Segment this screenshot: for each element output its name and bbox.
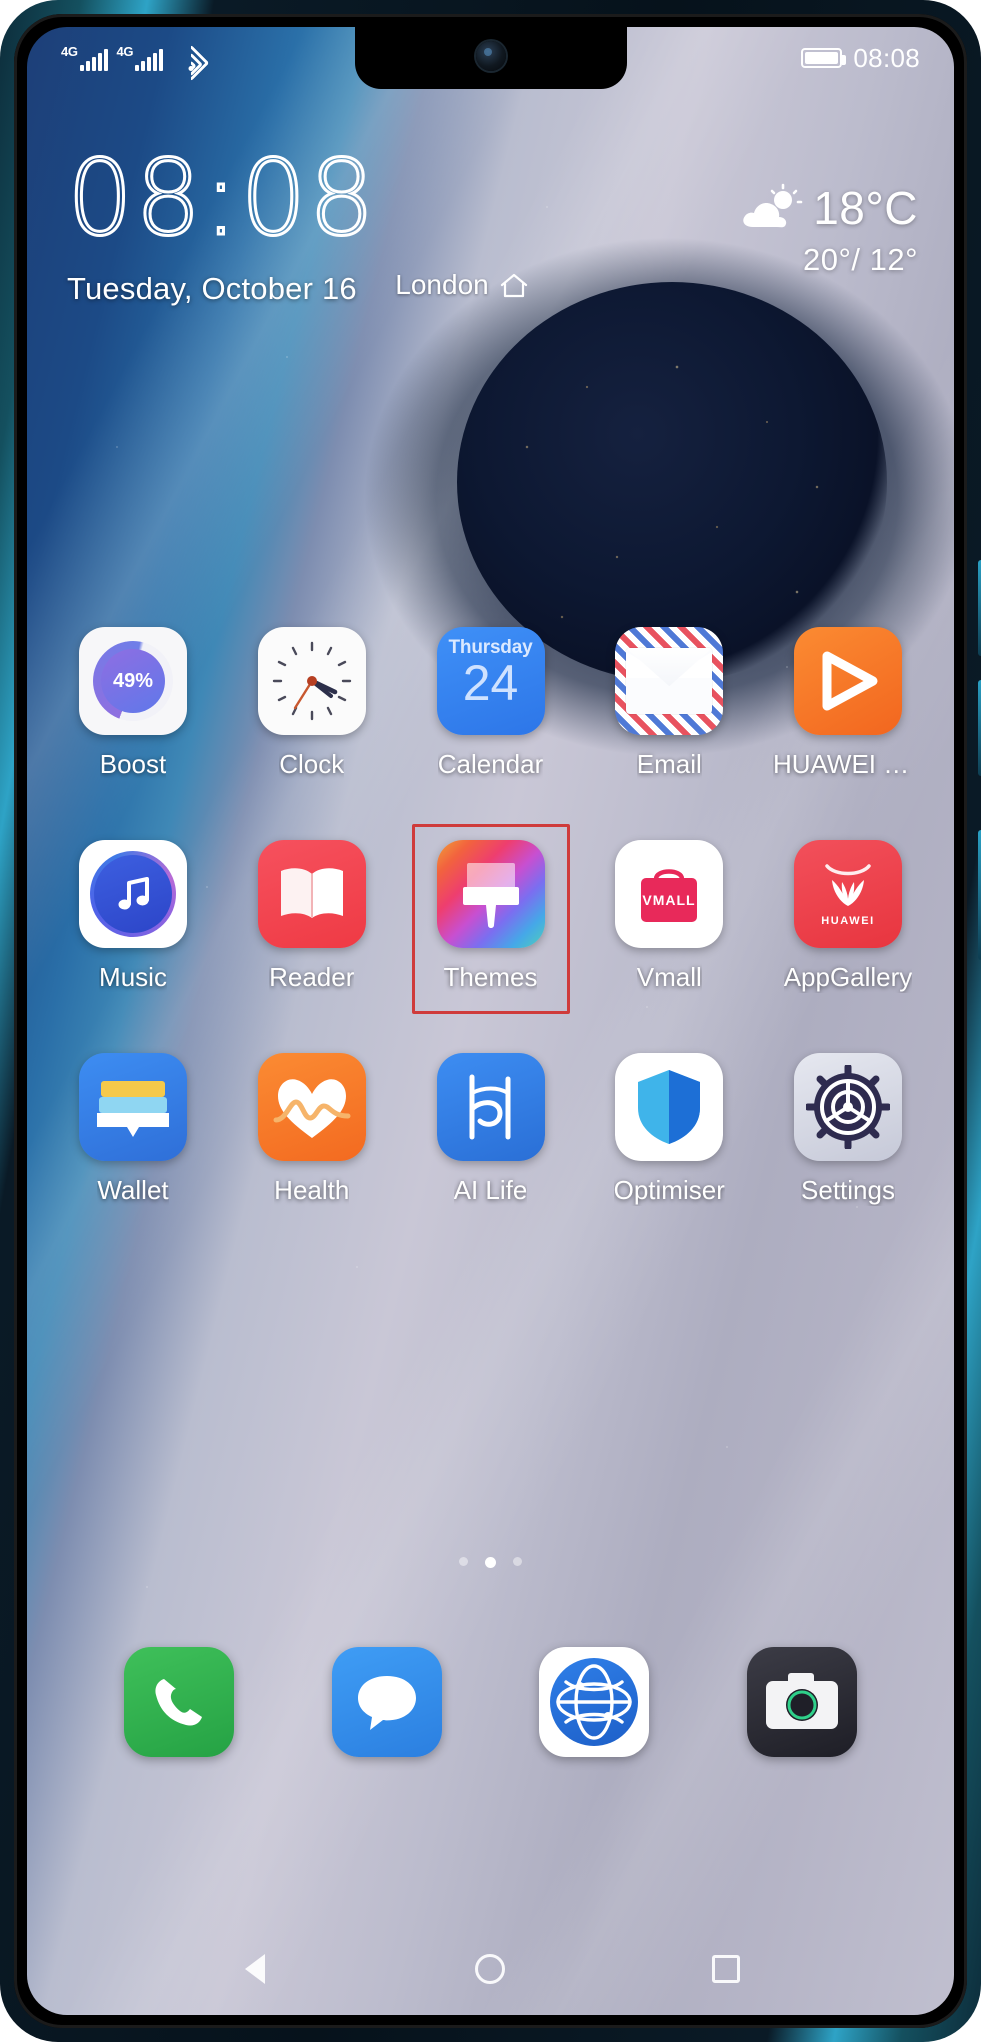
music-icon (79, 840, 187, 948)
city-label: London (395, 268, 489, 300)
sim1-network-label: 4G (61, 44, 78, 59)
home-circle-icon[interactable] (467, 1946, 513, 1992)
clock-widget-location: London (395, 269, 528, 301)
app-themes[interactable]: Themes (411, 824, 570, 1014)
display-notch (354, 27, 627, 89)
huawei-video-icon (794, 627, 902, 735)
app-label: Music (99, 962, 167, 992)
app-grid: 49% Boost Clock Thursday 24 Calendar Ema… (27, 617, 954, 1256)
app-label: Boost (99, 749, 167, 779)
app-label: Calendar (437, 749, 544, 779)
page-dot[interactable] (513, 1557, 522, 1566)
weather-widget-main: 18°C (739, 183, 918, 233)
appgallery-icon: HUAWEI (794, 840, 902, 948)
page-dot-active[interactable] (485, 1557, 496, 1568)
app-boost[interactable]: 49% Boost (57, 617, 209, 784)
partly-cloudy-icon (739, 183, 805, 233)
app-wallet[interactable]: Wallet (57, 1043, 209, 1210)
sim1-signal: 4G (61, 45, 108, 71)
app-vmall[interactable]: VMALL Vmall (593, 830, 745, 997)
boost-percent-label: 49% (101, 649, 165, 713)
app-row-3: Wallet Health AI Life Optimiser Settings (57, 1043, 924, 1210)
home-icon (499, 271, 529, 299)
status-bar-left: 4G 4G (61, 44, 210, 82)
app-label: Themes (443, 962, 538, 992)
status-bar-time: 08:08 (853, 42, 920, 73)
messages-icon[interactable] (331, 1647, 442, 1757)
reader-icon (257, 840, 366, 948)
dock (27, 1647, 954, 1757)
settings-icon (794, 1053, 902, 1161)
email-icon (615, 627, 724, 735)
app-label: Clock (279, 749, 345, 779)
camera-icon[interactable] (747, 1647, 858, 1757)
health-icon (257, 1053, 366, 1161)
app-label: Reader (269, 962, 355, 992)
ai-life-icon (436, 1053, 545, 1161)
app-ai-life[interactable]: AI Life (415, 1043, 567, 1210)
svg-text:VMALL: VMALL (643, 892, 696, 908)
app-label: Settings (801, 1175, 895, 1205)
navigation-bar (27, 1923, 954, 2015)
front-camera-icon (475, 41, 506, 71)
phone-screen: 4G 4G 08:08 08:08 London Tuesday, Octobe… (27, 27, 954, 2015)
app-label: Health (274, 1175, 350, 1205)
optimiser-icon (615, 1053, 724, 1161)
app-label: Email (636, 749, 702, 779)
app-label: Vmall (636, 962, 702, 992)
vmall-icon: VMALL (615, 840, 724, 948)
weather-widget[interactable]: 18°C 20°/ 12° (739, 183, 918, 278)
phone-icon[interactable] (123, 1647, 234, 1757)
clock-widget[interactable]: 08:08 London Tuesday, October 16 (66, 137, 527, 307)
calendar-day-number: 24 (462, 655, 519, 711)
calendar-icon: Thursday 24 (436, 627, 545, 735)
clock-widget-time: 08:08 (66, 137, 377, 259)
app-label: Optimiser (613, 1175, 725, 1205)
status-bar-right: 08:08 (801, 43, 920, 74)
battery-icon (801, 48, 847, 68)
app-label: HUAWEI Vi... (773, 749, 923, 779)
themes-icon (436, 840, 545, 948)
app-row-2: Music Reader Themes VMALL Vmall HUAWEI A… (57, 824, 924, 1014)
app-health[interactable]: Health (236, 1043, 388, 1210)
phone-frame: 4G 4G 08:08 08:08 London Tuesday, Octobe… (0, 0, 981, 2042)
app-huawei-video[interactable]: HUAWEI Vi... (772, 617, 924, 784)
svg-text:HUAWEI: HUAWEI (821, 915, 875, 927)
sim2-signal: 4G (117, 45, 164, 71)
browser-globe-icon[interactable] (539, 1647, 650, 1757)
sim1-signal-bars-icon (79, 49, 108, 71)
app-label: AppGallery (783, 962, 913, 992)
app-row-1: 49% Boost Clock Thursday 24 Calendar Ema… (57, 617, 924, 784)
wifi-icon (172, 44, 210, 82)
app-appgallery[interactable]: HUAWEI AppGallery (772, 830, 924, 997)
app-music[interactable]: Music (57, 830, 209, 997)
app-calendar[interactable]: Thursday 24 Calendar (415, 617, 567, 784)
clock-icon (257, 627, 366, 735)
page-dot[interactable] (459, 1557, 468, 1566)
app-label: AI Life (453, 1175, 528, 1205)
sim2-signal-bars-icon (135, 49, 164, 71)
sim2-network-label: 4G (116, 44, 134, 59)
app-clock[interactable]: Clock (236, 617, 388, 784)
app-email[interactable]: Email (593, 617, 745, 784)
recents-square-icon[interactable] (703, 1946, 749, 1992)
wallet-icon (79, 1053, 187, 1161)
boost-icon: 49% (79, 627, 187, 735)
weather-range: 20°/ 12° (803, 242, 918, 277)
app-settings[interactable]: Settings (772, 1043, 924, 1210)
app-reader[interactable]: Reader (236, 830, 388, 997)
app-optimiser[interactable]: Optimiser (593, 1043, 745, 1210)
page-indicator (27, 1557, 954, 1568)
back-triangle-icon[interactable] (232, 1946, 278, 1992)
app-label: Wallet (97, 1175, 169, 1205)
weather-temperature: 18°C (813, 182, 918, 234)
home-widget-row: 08:08 London Tuesday, October 16 18°C 20… (27, 137, 954, 307)
date-label: Tuesday, October 16 (67, 270, 357, 306)
